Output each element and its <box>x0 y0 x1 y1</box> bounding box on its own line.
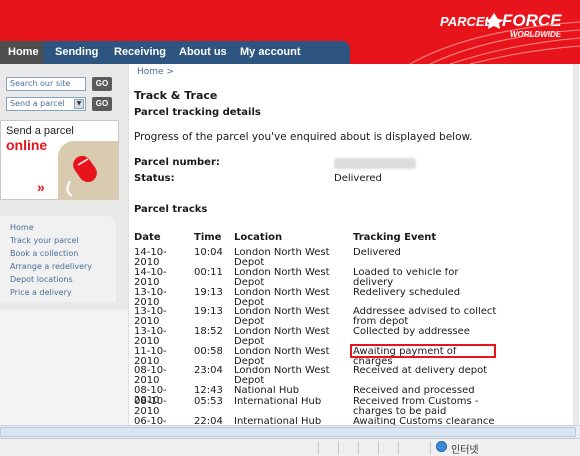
promo-line2: online <box>6 137 48 153</box>
nav-tab-my-account[interactable]: My account <box>240 41 301 64</box>
col-header-time: Time <box>194 232 222 243</box>
page-title: Track & Trace <box>134 89 218 102</box>
parcel-tracks-heading: Parcel tracks <box>134 204 208 215</box>
nav-tab-home[interactable]: Home <box>0 41 43 64</box>
cell-time: 19:13 <box>194 307 223 317</box>
section-subtitle: Parcel tracking details <box>134 107 261 118</box>
cell-location: London North West Depot <box>234 327 330 347</box>
promo-line1: Send a parcel <box>6 125 74 137</box>
cell-event: Received at delivery depot <box>353 366 488 376</box>
browser-status-bar <box>0 438 580 456</box>
cell-time: 05:53 <box>194 397 223 407</box>
status-label: Status: <box>134 173 175 184</box>
cell-event: Received from Customs - charges to be pa… <box>353 397 479 417</box>
horizontal-scrollbar[interactable] <box>0 425 580 438</box>
cell-date: 08-10-2010 <box>134 397 167 417</box>
cell-location: London North West Depot <box>234 268 330 288</box>
internet-zone-label: 인터넷 <box>451 445 479 456</box>
col-header-date: Date <box>134 232 161 243</box>
nav-tab-about-us[interactable]: About us <box>179 41 227 64</box>
sidebar-link-track-parcel[interactable]: Track your parcel <box>10 236 79 245</box>
site-search-input[interactable]: Search our site <box>6 77 86 91</box>
cell-location: London North West Depot <box>234 347 330 367</box>
col-header-location: Location <box>234 232 283 243</box>
cell-time: 10:04 <box>194 248 223 258</box>
cell-event: Redelivery scheduled <box>353 288 461 298</box>
cell-event: Loaded to vehicle for delivery <box>353 268 459 288</box>
select-value: Send a parcel <box>10 99 65 108</box>
scrollbar-thumb[interactable] <box>0 427 576 437</box>
parcel-number-label: Parcel number: <box>134 157 220 168</box>
nav-tab-sending[interactable]: Sending <box>55 41 98 64</box>
cell-date: 08-10-2010 <box>134 366 167 386</box>
sidebar-link-price-delivery[interactable]: Price a delivery <box>10 288 72 297</box>
cell-event: Received and processed <box>353 386 475 396</box>
nav-tab-receiving[interactable]: Receiving <box>114 41 166 64</box>
sidebar-link-book-collection[interactable]: Book a collection <box>10 249 78 258</box>
header-swoosh <box>350 21 580 64</box>
cell-event: Addressee advised to collect from depot <box>353 307 497 327</box>
col-header-tracking-event: Tracking Event <box>353 232 437 243</box>
cell-location: London North West Depot <box>234 248 330 268</box>
cell-date: 14-10-2010 <box>134 248 167 268</box>
sidebar-link-arrange-redelivery[interactable]: Arrange a redelivery <box>10 262 92 271</box>
right-gutter <box>573 64 579 425</box>
cell-location: London North West Depot <box>234 307 330 327</box>
content-divider <box>128 64 129 425</box>
quick-action-select[interactable]: Send a parcel ▼ <box>6 97 86 111</box>
status-value: Delivered <box>334 173 382 184</box>
breadcrumb[interactable]: Home > <box>137 67 174 77</box>
cell-event: Collected by addressee <box>353 327 470 337</box>
sidebar-link-depot-locations[interactable]: Depot locations <box>10 275 73 284</box>
cell-location: London North West Depot <box>234 288 330 308</box>
search-go-button[interactable]: GO <box>92 77 112 91</box>
cell-time: 19:13 <box>194 288 223 298</box>
cell-date: 13-10-2010 <box>134 327 167 347</box>
cell-date: 13-10-2010 <box>134 307 167 327</box>
parcel-number-redacted <box>334 158 416 169</box>
chevron-down-icon: ▼ <box>74 99 84 109</box>
cell-time: 18:52 <box>194 327 223 337</box>
cell-event: Delivered <box>353 248 401 258</box>
main-nav: Home Sending Receiving About us My accou… <box>0 41 350 64</box>
cell-time: 23:04 <box>194 366 223 376</box>
cell-date: 11-10-2010 <box>134 347 167 367</box>
select-go-button[interactable]: GO <box>92 97 112 111</box>
intro-text: Progress of the parcel you've enquired a… <box>134 131 473 143</box>
highlight-box <box>350 344 496 358</box>
cell-date: 14-10-2010 <box>134 268 167 288</box>
cell-location: National Hub <box>234 386 300 396</box>
double-chevron-icon: » <box>37 179 45 195</box>
cell-time: 00:58 <box>194 347 223 357</box>
cell-location: London North West Depot <box>234 366 330 386</box>
swoosh-lines-icon <box>409 21 580 64</box>
sidebar-link-home[interactable]: Home <box>10 223 34 232</box>
cell-time: 12:43 <box>194 386 223 396</box>
sidebar-footer-area <box>0 310 128 425</box>
cell-location: International Hub <box>234 397 322 407</box>
send-parcel-online-banner[interactable]: Send a parcel online » <box>0 120 119 200</box>
computer-mouse-icon <box>58 141 118 200</box>
cell-date: 13-10-2010 <box>134 288 167 308</box>
cell-time: 00:11 <box>194 268 223 278</box>
sidebar-links: Home Track your parcel Book a collection… <box>0 216 116 302</box>
internet-zone-globe-icon <box>436 441 447 452</box>
